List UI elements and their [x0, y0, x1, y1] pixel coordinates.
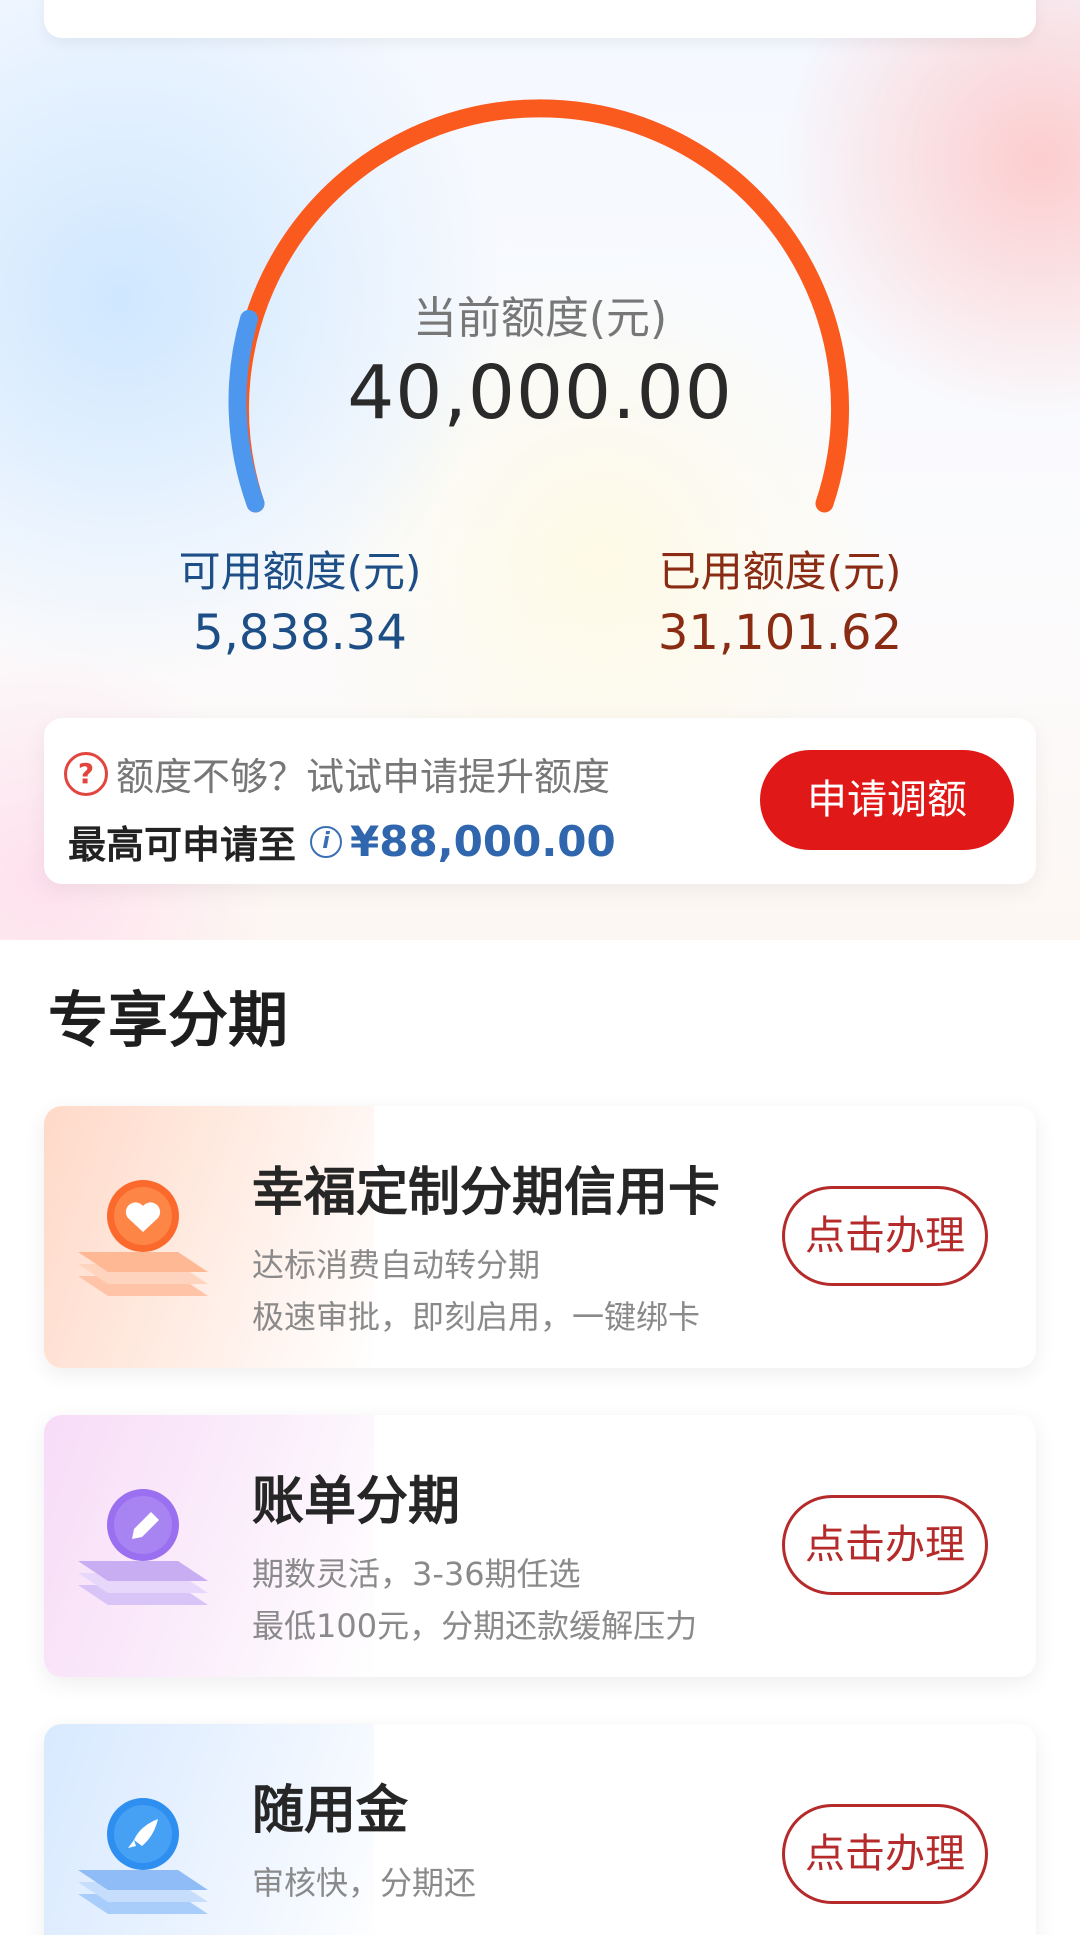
used-limit: 已用额度(元) 31,101.62: [600, 538, 960, 661]
rocket-icon: [78, 1798, 208, 1914]
product-desc-line2: 极速审批，即刻启用，一键绑卡: [252, 1298, 701, 1336]
current-limit-label: 当前额度(元): [412, 293, 668, 344]
product-desc-line1: 审核快，分期还: [252, 1864, 477, 1902]
credit-gauge: [228, 99, 849, 513]
apply-button[interactable]: 点击办理: [782, 1186, 988, 1286]
raise-question: ? 额度不够？试试申请提升额度: [64, 746, 610, 801]
available-limit: 可用额度(元) 5,838.34: [120, 538, 480, 661]
product-card-bill-installment[interactable]: 账单分期 期数灵活，3-36期任选 最低100元，分期还款缓解压力 点击办理: [44, 1415, 1036, 1677]
raise-max-label: 最高可申请至: [68, 823, 297, 867]
used-limit-value: 31,101.62: [657, 605, 903, 661]
apply-raise-button[interactable]: 申请调额: [760, 750, 1014, 850]
raise-max-row: 最高可申请至 i ¥88,000.00: [68, 814, 616, 869]
raise-question-text: 额度不够？试试申请提升额度: [116, 755, 611, 799]
available-limit-value: 5,838.34: [193, 605, 407, 661]
question-circle-icon: ?: [64, 751, 108, 796]
product-desc-line1: 期数灵活，3-36期任选: [252, 1555, 581, 1593]
product-name: 幸福定制分期信用卡: [252, 1163, 721, 1223]
info-circle-icon[interactable]: i: [310, 825, 343, 858]
product-desc-line2: 最低100元，分期还款缓解压力: [252, 1607, 698, 1645]
product-name: 账单分期: [252, 1472, 461, 1532]
used-limit-label: 已用额度(元): [658, 547, 902, 596]
raise-limit-card: ? 额度不够？试试申请提升额度 最高可申请至 i ¥88,000.00 申请调额: [44, 718, 1036, 884]
current-limit-value: 40,000.00: [347, 350, 733, 436]
product-card-custom-installment-card[interactable]: 幸福定制分期信用卡 达标消费自动转分期 极速审批，即刻启用，一键绑卡 点击办理: [44, 1106, 1036, 1368]
apply-button[interactable]: 点击办理: [782, 1804, 988, 1904]
available-limit-label: 可用额度(元): [178, 547, 422, 596]
apply-button[interactable]: 点击办理: [782, 1495, 988, 1595]
section-title: 专享分期: [48, 986, 288, 1056]
product-card-flexible-cash[interactable]: 随用金 审核快，分期还 点击办理: [44, 1724, 1036, 1935]
product-desc-line1: 达标消费自动转分期: [252, 1246, 541, 1284]
heart-icon: [78, 1180, 208, 1296]
pencil-icon: [78, 1489, 208, 1605]
product-name: 随用金: [252, 1781, 409, 1841]
raise-max-value: ¥88,000.00: [350, 817, 616, 866]
